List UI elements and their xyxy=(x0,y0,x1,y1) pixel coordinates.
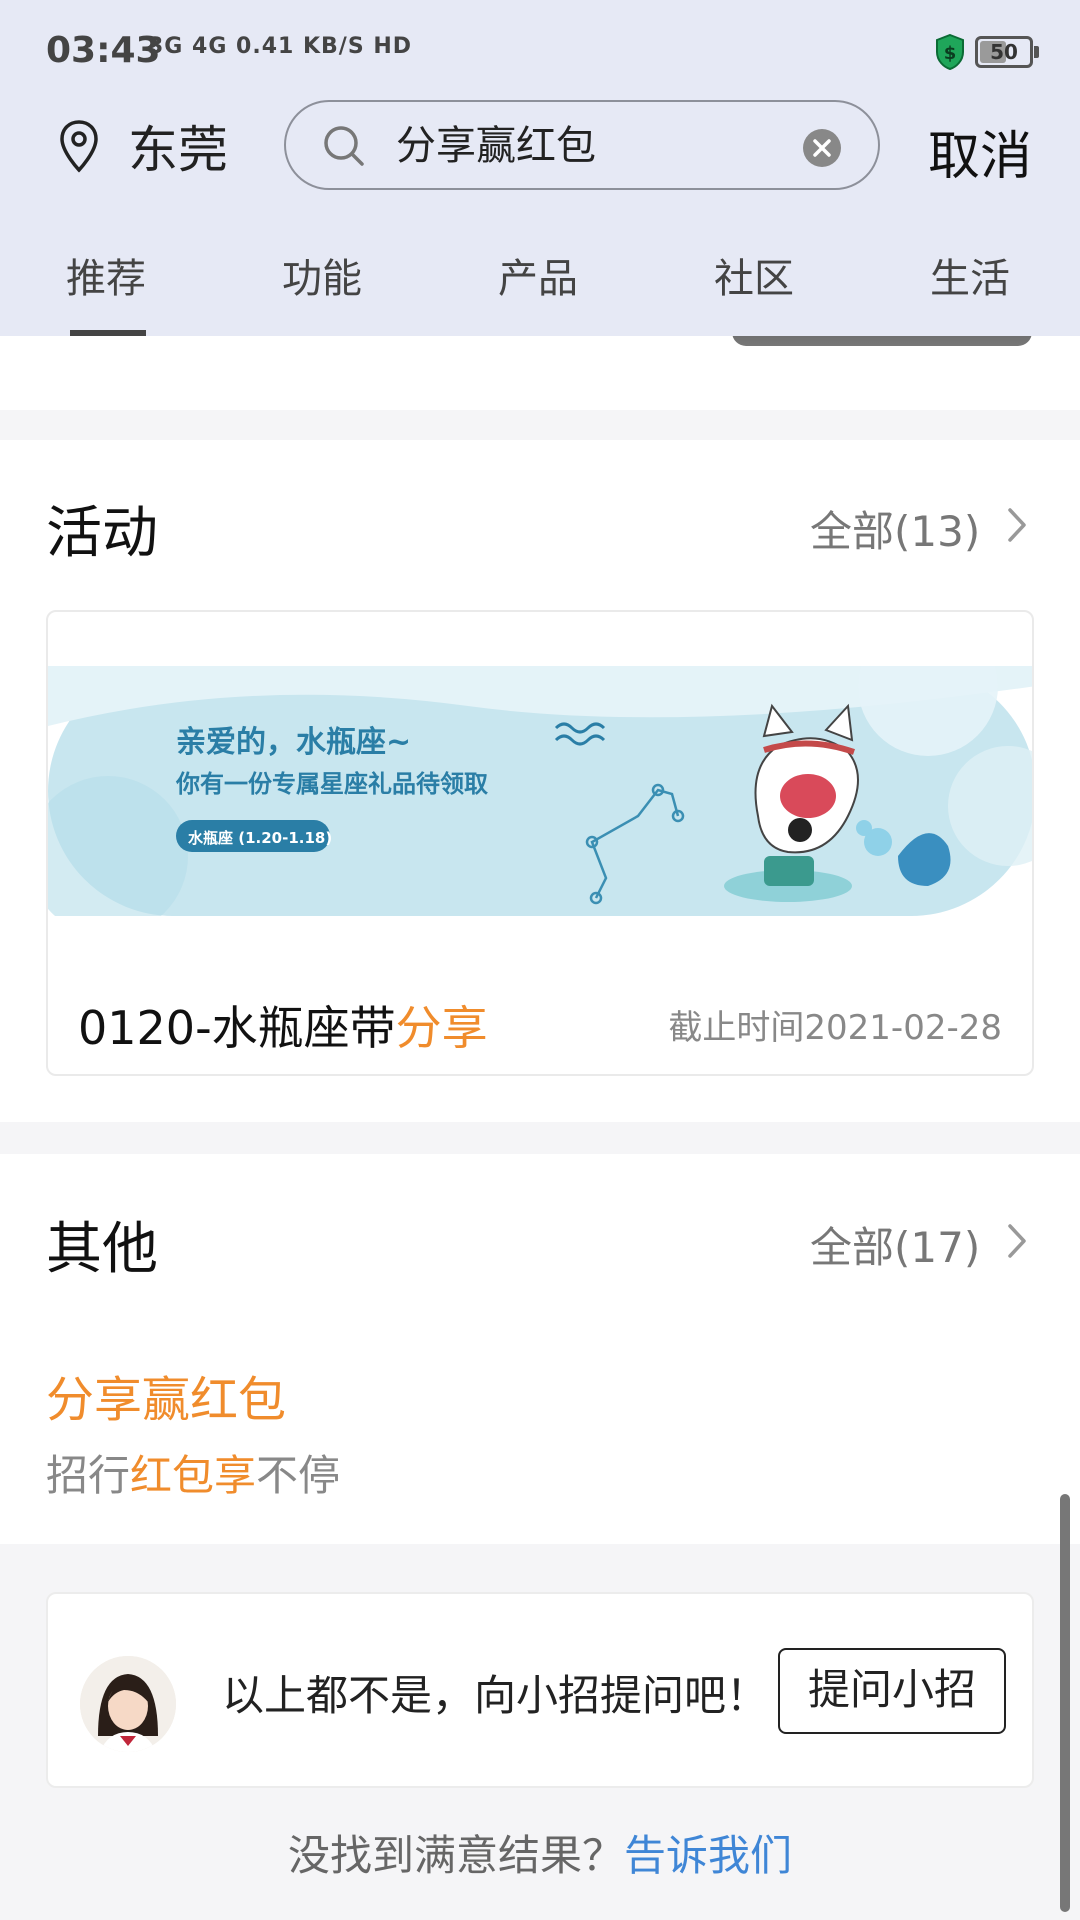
header: 03:43 3G 4G 0.41 KB/S HD $ 50 东莞 分享赢红包 取… xyxy=(0,0,1080,336)
battery-icon: 50 xyxy=(975,36,1033,68)
search-icon xyxy=(324,126,364,166)
ask-assistant-card: 以上都不是，向小招提问吧！ 提问小招 xyxy=(46,1592,1034,1788)
feedback-link[interactable]: 告诉我们 xyxy=(624,1831,792,1880)
svg-text:$: $ xyxy=(944,43,957,64)
activity-deadline: 截止时间2021-02-28 xyxy=(668,1008,1002,1048)
activity-section: 活动 全部(13) 亲爱的，水瓶座~ 你有一份专属星座礼品待领取 水瓶座 (1.… xyxy=(0,440,1080,1122)
tab-products[interactable]: 产品 xyxy=(498,246,578,304)
other-sub-highlight: 红包享 xyxy=(130,1451,257,1500)
battery-level: 50 xyxy=(990,40,1018,64)
activity-name-highlight: 分享 xyxy=(395,1001,488,1055)
location-pin-icon xyxy=(60,120,98,173)
tab-life[interactable]: 生活 xyxy=(930,246,1010,304)
ask-assistant-button[interactable]: 提问小招 xyxy=(778,1648,1006,1734)
banner-badge: 水瓶座 (1.20-1.18) xyxy=(188,829,332,847)
aquarius-banner-image: 亲爱的，水瓶座~ 你有一份专属星座礼品待领取 水瓶座 (1.20-1.18) xyxy=(48,666,1032,916)
chevron-right-icon[interactable] xyxy=(1006,506,1028,544)
category-tabs: 推荐 功能 产品 社区 生活 xyxy=(0,236,1080,336)
activity-section-title: 活动 xyxy=(46,501,158,566)
feedback-footer: 没找到满意结果？告诉我们 xyxy=(0,1822,1080,1883)
activity-name: 0120-水瓶座带分享 xyxy=(78,992,488,1058)
cancel-button[interactable]: 取消 xyxy=(928,114,1032,189)
active-tab-indicator xyxy=(70,330,146,336)
status-bar: 03:43 3G 4G 0.41 KB/S HD $ 50 xyxy=(0,0,1080,100)
other-sub-suffix: 不停 xyxy=(256,1451,341,1500)
network-indicator: 3G 4G 0.41 KB/S HD xyxy=(148,34,413,59)
other-result-subtitle: 招行红包享不停 xyxy=(46,1442,340,1503)
assistant-avatar xyxy=(80,1656,176,1752)
other-sub-prefix: 招行 xyxy=(46,1451,131,1500)
clear-icon[interactable] xyxy=(802,128,842,168)
ask-prompt-text: 以上都不是，向小招提问吧！ xyxy=(222,1671,769,1720)
feedback-prompt: 没找到满意结果？ xyxy=(287,1831,624,1880)
other-result-title[interactable]: 分享赢红包 xyxy=(46,1360,286,1430)
tab-recommend[interactable]: 推荐 xyxy=(66,246,146,304)
chevron-right-icon[interactable] xyxy=(1006,1222,1028,1260)
battery-nub xyxy=(1034,46,1039,58)
activity-see-all[interactable]: 全部(13) xyxy=(810,498,980,559)
tab-functions[interactable]: 功能 xyxy=(282,246,362,304)
search-value: 分享赢红包 xyxy=(396,123,596,169)
activity-name-prefix: 0120-水瓶座带 xyxy=(78,1001,396,1055)
banner-line-2: 你有一份专属星座礼品待领取 xyxy=(175,770,488,798)
scrollbar[interactable] xyxy=(1060,1494,1070,1912)
assistant-avatar-image xyxy=(80,1656,176,1752)
location-selector[interactable]: 东莞 xyxy=(58,116,228,179)
other-section-title: 其他 xyxy=(46,1217,158,1282)
tab-community[interactable]: 社区 xyxy=(714,246,794,304)
status-time: 03:43 xyxy=(46,30,161,71)
security-shield-icon: $ xyxy=(936,34,964,70)
location-label: 东莞 xyxy=(128,121,228,179)
activity-card[interactable]: 亲爱的，水瓶座~ 你有一份专属星座礼品待领取 水瓶座 (1.20-1.18) 0… xyxy=(46,610,1034,1076)
other-see-all[interactable]: 全部(17) xyxy=(810,1214,980,1275)
search-input[interactable]: 分享赢红包 xyxy=(284,100,880,190)
banner-line-1: 亲爱的，水瓶座~ xyxy=(176,725,411,760)
